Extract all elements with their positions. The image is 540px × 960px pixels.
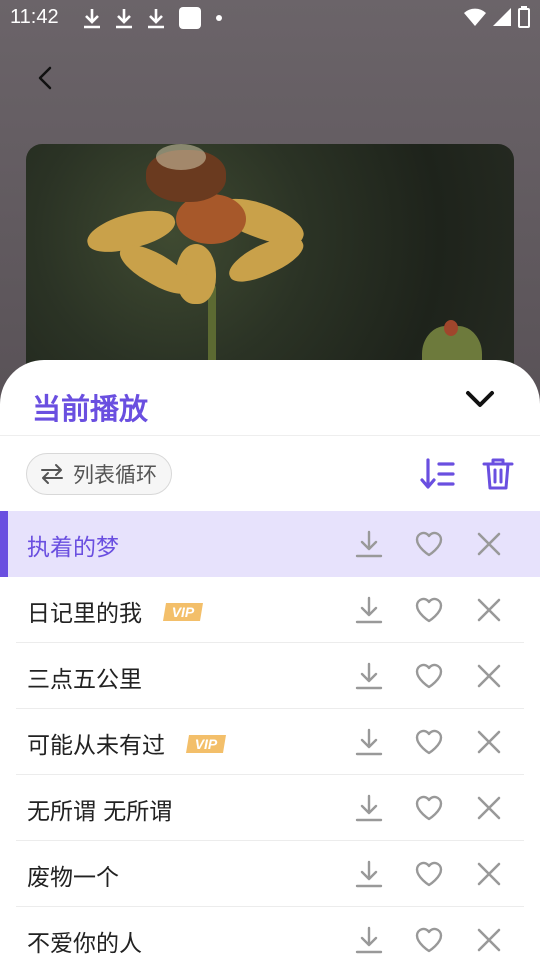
song-title: 无所谓 无所谓 xyxy=(27,799,173,825)
song-title: 日记里的我 VIP xyxy=(27,594,204,628)
sheet-header: 当前播放 xyxy=(0,360,540,436)
close-icon[interactable] xyxy=(474,859,504,889)
sort-button[interactable] xyxy=(420,456,456,492)
clear-playlist-button[interactable] xyxy=(480,456,516,492)
song-row[interactable]: 无所谓 无所谓 xyxy=(0,775,540,841)
sort-icon xyxy=(420,458,455,489)
close-icon[interactable] xyxy=(474,661,504,691)
download-icon[interactable] xyxy=(354,727,384,757)
heart-icon[interactable] xyxy=(414,529,444,559)
close-icon[interactable] xyxy=(474,793,504,823)
heart-icon[interactable] xyxy=(414,661,444,691)
vip-badge: VIP xyxy=(163,602,203,621)
song-row[interactable]: 可能从未有过 VIP xyxy=(0,709,540,775)
trash-icon xyxy=(482,458,514,490)
download-icon[interactable] xyxy=(354,529,384,559)
repeat-icon xyxy=(41,464,63,484)
song-row[interactable]: 废物一个 xyxy=(0,841,540,907)
song-list: 执着的梦 日记里的我 VIP 三点五公里 可能从未有过 VIP 无所谓 无所谓 … xyxy=(0,511,540,960)
download-icon[interactable] xyxy=(354,793,384,823)
now-playing-sheet: 当前播放 列表循环 执着的梦 日记里的我 VIP 三点五公里 可能从未有过 VI… xyxy=(0,360,540,960)
heart-icon[interactable] xyxy=(414,859,444,889)
status-time: 11:42 xyxy=(10,6,59,28)
dot-icon xyxy=(216,15,222,21)
heart-icon[interactable] xyxy=(414,595,444,625)
heart-icon[interactable] xyxy=(414,925,444,955)
signal-icon xyxy=(493,8,511,26)
back-button[interactable] xyxy=(30,62,62,94)
notification-icons xyxy=(82,6,224,30)
chevron-down-icon xyxy=(466,391,494,407)
download-icon xyxy=(84,9,100,29)
song-title: 执着的梦 xyxy=(27,535,119,561)
close-icon[interactable] xyxy=(474,595,504,625)
svg-text:VIP: VIP xyxy=(172,604,195,620)
status-bar: 11:42 xyxy=(0,0,540,36)
song-row[interactable]: 不爱你的人 xyxy=(0,907,540,960)
close-icon[interactable] xyxy=(474,727,504,757)
song-title: 可能从未有过 VIP xyxy=(27,726,227,760)
svg-text:VIP: VIP xyxy=(195,736,218,752)
wifi-icon xyxy=(464,8,486,26)
song-title: 不爱你的人 xyxy=(27,931,142,957)
play-mode-label: 列表循环 xyxy=(73,463,157,487)
system-icons xyxy=(464,6,530,28)
song-title: 废物一个 xyxy=(27,865,119,891)
download-icon[interactable] xyxy=(354,661,384,691)
download-icon[interactable] xyxy=(354,595,384,625)
download-icon xyxy=(148,9,164,29)
play-mode-button[interactable]: 列表循环 xyxy=(26,453,172,495)
chevron-left-icon xyxy=(38,66,52,90)
close-icon[interactable] xyxy=(474,529,504,559)
download-icon xyxy=(116,9,132,29)
close-icon[interactable] xyxy=(474,925,504,955)
sheet-title: 当前播放 xyxy=(32,392,149,426)
song-row[interactable]: 执着的梦 xyxy=(0,511,540,577)
song-row[interactable]: 三点五公里 xyxy=(0,643,540,709)
song-row[interactable]: 日记里的我 VIP xyxy=(0,577,540,643)
song-title: 三点五公里 xyxy=(27,667,142,693)
download-icon[interactable] xyxy=(354,925,384,955)
playlist-toolbar: 列表循环 xyxy=(0,436,540,510)
heart-icon[interactable] xyxy=(414,727,444,757)
collapse-button[interactable] xyxy=(462,384,498,414)
vip-badge: VIP xyxy=(186,734,226,753)
battery-icon xyxy=(518,6,530,28)
heart-icon[interactable] xyxy=(414,793,444,823)
download-icon[interactable] xyxy=(354,859,384,889)
app-square-icon xyxy=(179,7,201,29)
